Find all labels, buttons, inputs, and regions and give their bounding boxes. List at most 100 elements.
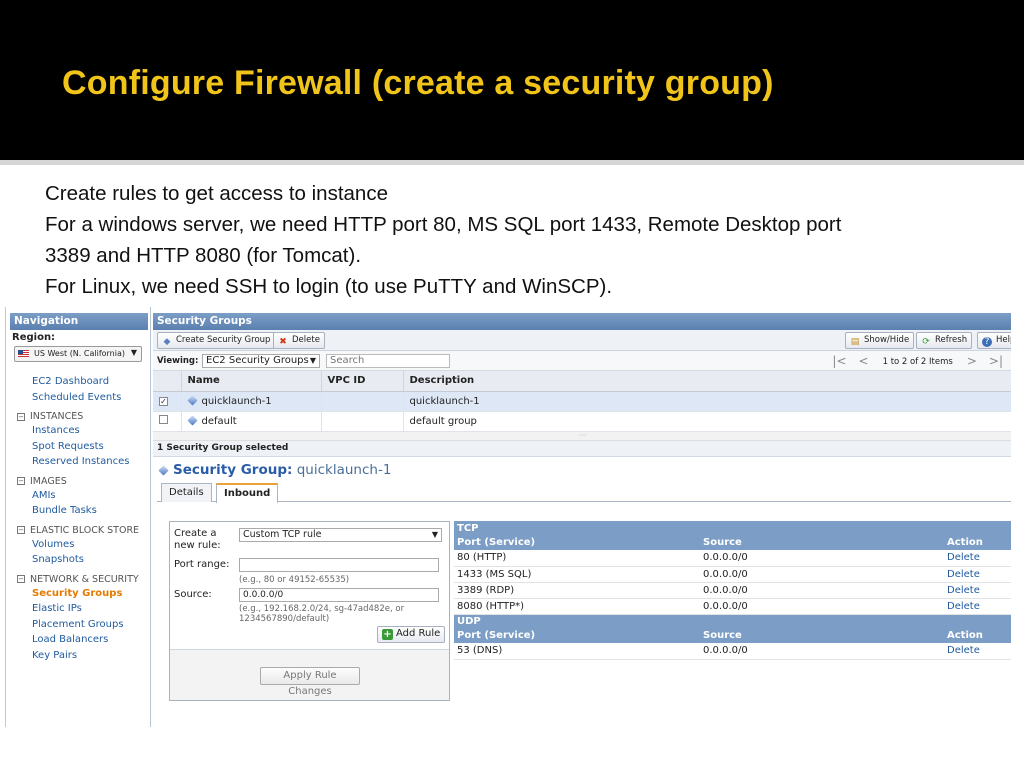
delete-rule-link[interactable]: Delete [947, 601, 980, 612]
column-header-action: Action [944, 535, 1011, 550]
column-header-source: Source [700, 628, 944, 643]
delete-rule-link[interactable]: Delete [947, 645, 980, 656]
protocol-row-udp: UDP [454, 614, 1011, 628]
port-range-input[interactable] [239, 558, 439, 572]
nav-section-network-security[interactable]: − NETWORK & SECURITY [6, 573, 150, 586]
nav-link-instances[interactable]: Instances [6, 423, 150, 439]
nav-link-snapshots[interactable]: Snapshots [6, 552, 150, 568]
nav-link-load-balancers[interactable]: Load Balancers [6, 632, 150, 648]
column-header-vpc-id[interactable]: VPC ID [321, 371, 404, 392]
tab-details[interactable]: Details [161, 482, 212, 502]
nav-link-key-pairs[interactable]: Key Pairs [6, 648, 150, 664]
show-hide-button[interactable]: ▤ Show/Hide [845, 332, 915, 349]
checkbox-column-header [153, 371, 182, 392]
collapse-icon: − [17, 477, 25, 485]
nav-section-instances[interactable]: − INSTANCES [6, 410, 150, 423]
rule-row: 3389 (RDP) 0.0.0.0/0 Delete [454, 582, 1011, 599]
nav-section-label: NETWORK & SECURITY [30, 573, 139, 585]
viewing-select[interactable]: EC2 Security Groups ▼ [202, 354, 320, 368]
filter-bar: Viewing: EC2 Security Groups ▼ Search |<… [153, 351, 1011, 371]
hint-line: 1234567890/default) [239, 614, 330, 624]
nav-link-bundle-tasks[interactable]: Bundle Tasks [6, 503, 150, 519]
port-cell: 8080 (HTTP*) [454, 598, 700, 615]
nav-link-volumes[interactable]: Volumes [6, 537, 150, 553]
column-header-action: Action [944, 628, 1011, 643]
port-cell: 1433 (MS SQL) [454, 566, 700, 583]
help-button[interactable]: ? Help [977, 332, 1011, 349]
security-group-icon [158, 464, 169, 476]
column-header-name[interactable]: Name [181, 371, 322, 392]
nav-link-elastic-ips[interactable]: Elastic IPs [6, 601, 150, 617]
button-label: Refresh [935, 335, 968, 345]
prev-page-icon[interactable]: < [859, 354, 869, 368]
column-header-description[interactable]: Description [403, 371, 1011, 392]
source-input[interactable]: 0.0.0.0/0 [239, 588, 439, 602]
slide-title: Configure Firewall (create a security gr… [62, 64, 774, 102]
search-input[interactable]: Search [326, 354, 450, 368]
source-cell: 0.0.0.0/0 [700, 566, 944, 583]
nav-section-label: IMAGES [30, 475, 67, 487]
first-page-icon[interactable]: |< [832, 354, 846, 368]
rule-row: 80 (HTTP) 0.0.0.0/0 Delete [454, 550, 1011, 567]
button-label: Delete [292, 335, 320, 345]
apply-rule-changes-button[interactable]: Apply Rule Changes [260, 667, 360, 697]
nav-section-ebs[interactable]: − ELASTIC BLOCK STORE [6, 524, 150, 537]
description-cell: quicklaunch-1 [403, 391, 1011, 412]
delete-rule-link[interactable]: Delete [947, 585, 980, 596]
refresh-button[interactable]: ⟳ Refresh [916, 332, 973, 349]
columns-icon: ▤ [850, 337, 860, 347]
port-cell: 3389 (RDP) [454, 582, 700, 599]
table-row[interactable]: default default group [153, 411, 1011, 432]
nav-link-amis[interactable]: AMIs [6, 488, 150, 504]
rule-form-fields: Create a new rule: Custom TCP rule ▼ Por… [170, 522, 449, 650]
aws-console-screenshot: Navigation Region: US West (N. Californi… [5, 307, 1011, 727]
nav-section-label: ELASTIC BLOCK STORE [30, 524, 140, 536]
delete-button[interactable]: ✖ Delete [273, 332, 325, 349]
selection-status: 1 Security Group selected [153, 440, 1011, 457]
name-cell: quicklaunch-1 [181, 391, 322, 412]
description-cell: default group [403, 411, 1011, 432]
pane-splitter[interactable]: ⋯ [153, 431, 1011, 441]
create-security-group-button[interactable]: ◆ Create Security Group [157, 332, 276, 349]
nav-link-scheduled-events[interactable]: Scheduled Events [6, 390, 150, 406]
source-cell: 0.0.0.0/0 [700, 643, 944, 660]
delete-rule-link[interactable]: Delete [947, 569, 980, 580]
tab-inbound[interactable]: Inbound [216, 482, 279, 503]
rule-type-select[interactable]: Custom TCP rule ▼ [239, 528, 442, 542]
security-group-icon: ◆ [163, 337, 171, 347]
refresh-icon: ⟳ [922, 337, 930, 347]
nav-section-images[interactable]: − IMAGES [6, 475, 150, 488]
nav-link-security-groups[interactable]: Security Groups [6, 586, 150, 602]
security-groups-table: Name VPC ID Description ✓ quicklaunch-1 … [153, 371, 1011, 432]
nav-link-ec2-dashboard[interactable]: EC2 Dashboard [6, 374, 150, 390]
detail-tabs: Details Inbound [157, 482, 1011, 503]
slide-title-bar: Configure Firewall (create a security gr… [0, 0, 1024, 160]
next-page-icon[interactable]: > [967, 354, 977, 368]
rules-header-row: Port (Service) Source Action [454, 628, 1011, 643]
add-rule-button[interactable]: + Add Rule [377, 626, 446, 643]
row-checkbox-checked[interactable]: ✓ [159, 396, 168, 406]
help-icon: ? [982, 337, 992, 347]
create-rule-label: Create a new rule: [174, 528, 221, 552]
rule-row: 53 (DNS) 0.0.0.0/0 Delete [454, 643, 1011, 660]
protocol-label: TCP [454, 521, 1011, 535]
table-row[interactable]: ✓ quicklaunch-1 quicklaunch-1 [153, 391, 1011, 412]
action-cell: Delete [944, 598, 1011, 615]
delete-rule-link[interactable]: Delete [947, 552, 980, 563]
delete-x-icon: ✖ [279, 337, 287, 347]
group-name: quicklaunch-1 [201, 395, 272, 407]
detail-label: Security Group: [173, 461, 293, 478]
rule-type-value: Custom TCP rule [243, 529, 322, 540]
nav-link-reserved-instances[interactable]: Reserved Instances [6, 454, 150, 470]
row-checkbox[interactable] [159, 415, 168, 424]
collapse-icon: − [17, 575, 25, 583]
collapse-icon: − [17, 412, 25, 421]
nav-link-spot-requests[interactable]: Spot Requests [6, 439, 150, 455]
viewing-value: EC2 Security Groups [206, 355, 309, 366]
hint-line: (e.g., 192.168.2.0/24, sg-47ad482e, or [239, 604, 405, 614]
button-label: Show/Hide [864, 335, 910, 345]
nav-link-placement-groups[interactable]: Placement Groups [6, 617, 150, 633]
region-select[interactable]: US West (N. California) ▼ [14, 346, 142, 362]
slide-line: For Linux, we need SSH to login (to use … [45, 275, 613, 298]
last-page-icon[interactable]: >| [989, 354, 1003, 368]
